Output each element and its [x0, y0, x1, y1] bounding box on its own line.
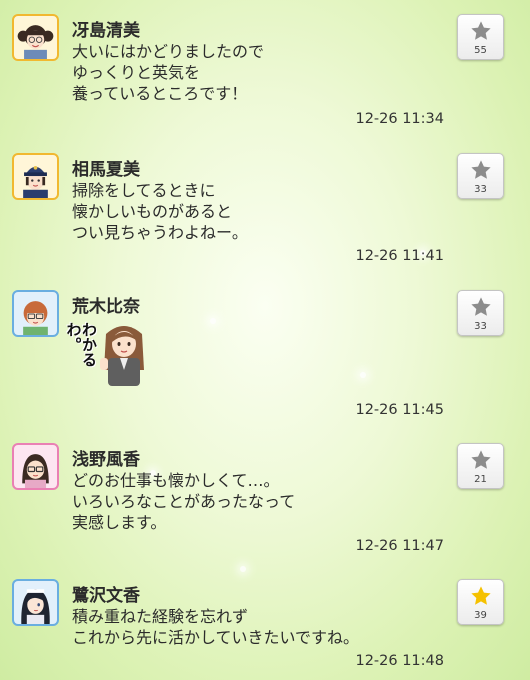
avatar[interactable]: [12, 579, 59, 626]
message-line: いろいろなことがあったなって: [72, 492, 296, 511]
message-line: 積み重ねた経験を忘れず: [72, 607, 249, 626]
message-line: 大いにはかどりましたので: [72, 42, 265, 61]
poster-name: 荒木比奈: [72, 297, 140, 317]
like-button[interactable]: 33: [457, 290, 504, 336]
message-line: 実感します。: [72, 513, 167, 532]
sticker-text: わかるわ。: [64, 322, 99, 367]
post-message: 掃除をしてるときに 懐かしいものがあると つい見ちゃうわよねー。: [72, 180, 248, 243]
like-count: 21: [474, 474, 487, 485]
poster-name: 浅野風香: [72, 450, 140, 470]
like-button[interactable]: 33: [457, 153, 504, 199]
avatar-glasses-long-hair-icon: [22, 454, 49, 488]
avatar-glasses-twintails-icon: [17, 25, 54, 59]
avatar[interactable]: [12, 14, 59, 61]
post-timestamp: 12-26 11:45: [355, 402, 444, 418]
avatar[interactable]: [12, 443, 59, 490]
star-icon: [471, 586, 491, 605]
message-line: これから先に活かしていきたいですね。: [72, 628, 360, 647]
character-sticker-icon: [100, 326, 144, 386]
poster-name: 鷺沢文香: [72, 586, 140, 606]
star-icon: [471, 297, 491, 316]
avatar-long-black-hair-icon: [21, 589, 50, 624]
star-icon: [471, 160, 491, 179]
message-line: 掃除をしてるときに: [72, 181, 216, 200]
avatar[interactable]: [12, 290, 59, 337]
star-icon: [471, 21, 491, 40]
like-count: 55: [474, 45, 487, 56]
post-timestamp: 12-26 11:48: [355, 653, 444, 669]
poster-name: 冴島清美: [72, 21, 140, 41]
like-count: 33: [474, 321, 487, 332]
like-count: 33: [474, 184, 487, 195]
like-button[interactable]: 39: [457, 579, 504, 625]
message-line: つい見ちゃうわよねー。: [72, 223, 248, 242]
post-message: 積み重ねた経験を忘れず これから先に活かしていきたいですね。: [72, 606, 359, 648]
post-message: どのお仕事も懐かしくて…。 いろいろなことがあったなって 実感します。: [72, 470, 295, 533]
post-timestamp: 12-26 11:34: [355, 111, 444, 127]
message-line: 養っているところです！: [72, 84, 248, 103]
like-button[interactable]: 55: [457, 14, 504, 60]
star-icon: [471, 450, 491, 469]
like-count: 39: [474, 610, 487, 621]
post-message: 大いにはかどりましたので ゆっくりと英気を 養っているところです！: [72, 41, 264, 104]
avatar[interactable]: [12, 153, 59, 200]
sticker-image: わかるわ。: [64, 320, 152, 386]
message-line: どのお仕事も懐かしくて…。: [72, 471, 280, 490]
avatar-glasses-ponytail-icon: [23, 301, 48, 335]
like-button[interactable]: 21: [457, 443, 504, 489]
message-line: 懐かしいものがあると: [72, 202, 233, 221]
post-timestamp: 12-26 11:47: [355, 538, 444, 554]
post-timestamp: 12-26 11:41: [355, 248, 444, 264]
avatar-pilot-cap-icon: [23, 165, 48, 198]
poster-name: 相馬夏美: [72, 160, 140, 180]
message-line: ゆっくりと英気を: [72, 63, 201, 82]
